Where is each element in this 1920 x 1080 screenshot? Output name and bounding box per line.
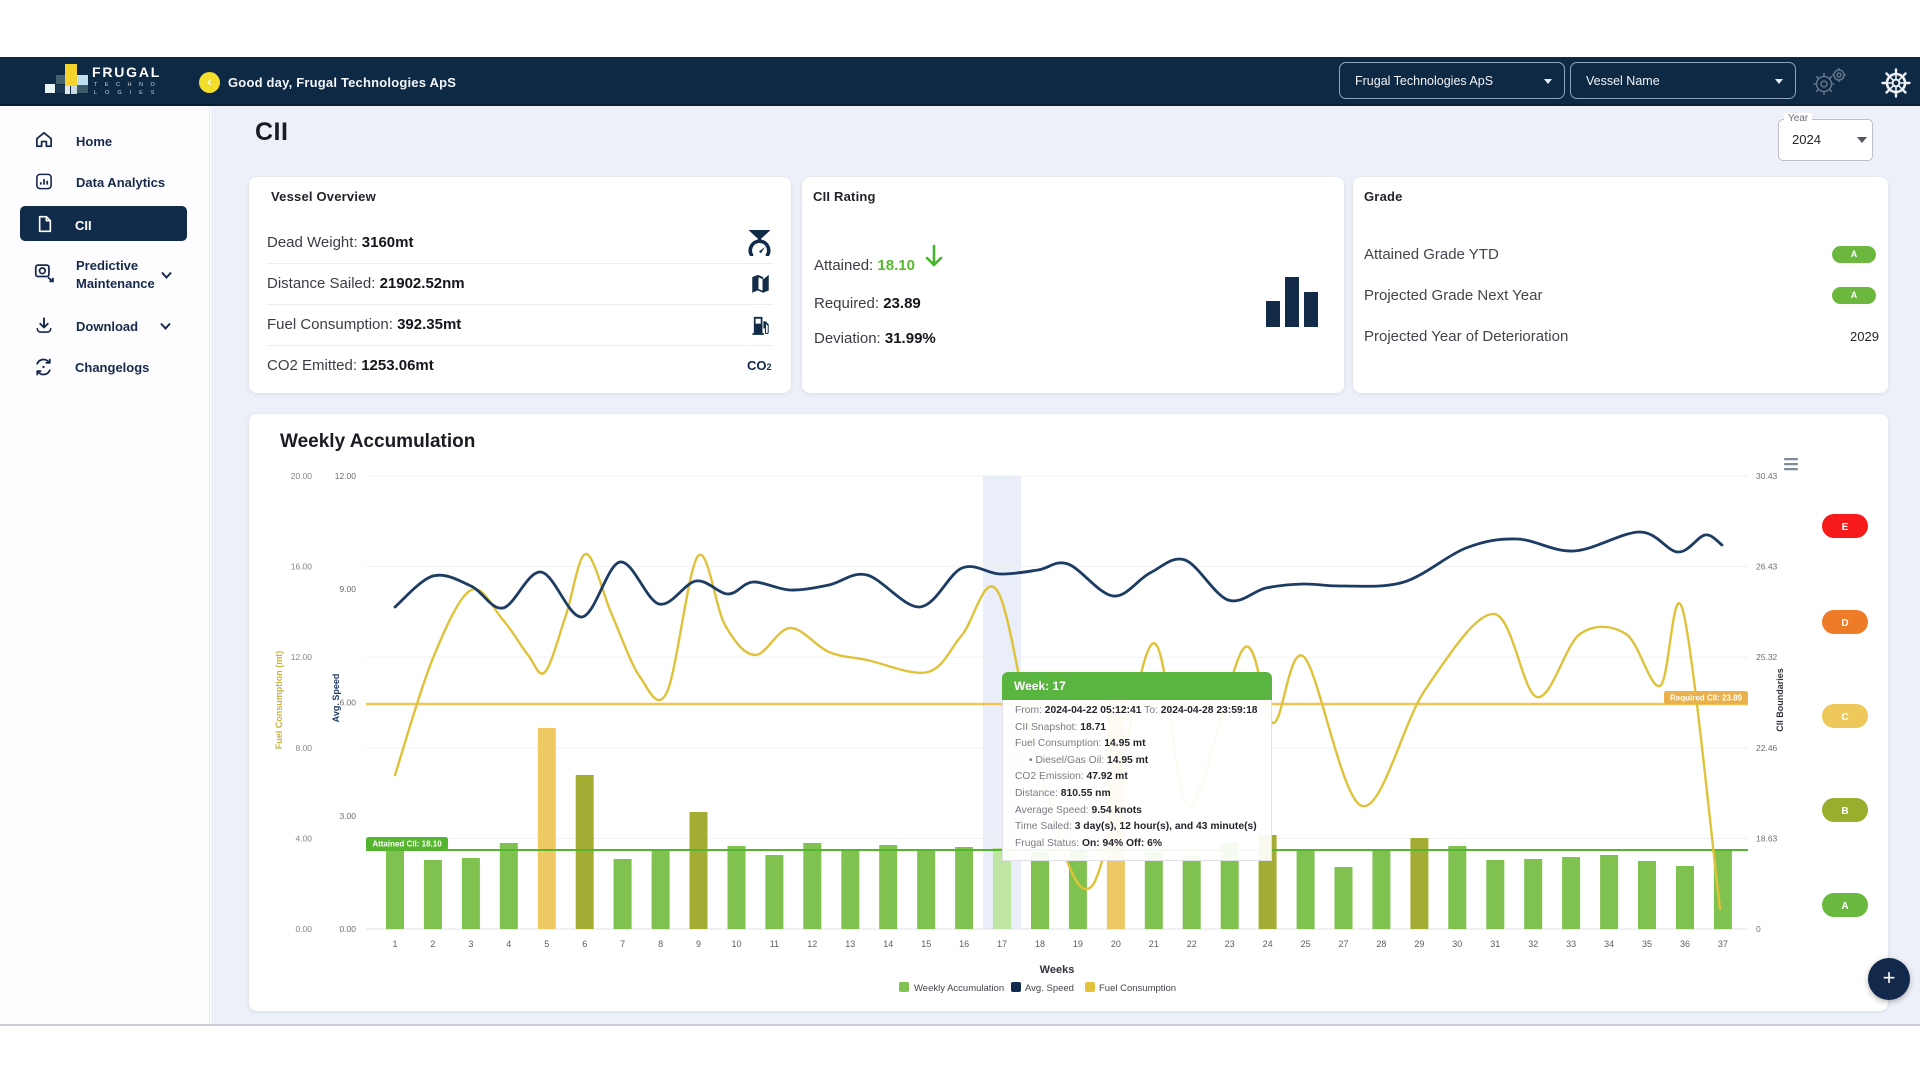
svg-text:16: 16	[959, 939, 969, 949]
svg-text:9: 9	[696, 939, 701, 949]
svg-text:0.00: 0.00	[339, 924, 356, 934]
svg-text:26.43: 26.43	[1756, 562, 1778, 572]
svg-text:25: 25	[1301, 939, 1311, 949]
svg-text:E: E	[1842, 522, 1849, 533]
svg-text:14: 14	[883, 939, 893, 949]
svg-text:10: 10	[731, 939, 741, 949]
svg-text:Avg. Speed: Avg. Speed	[1025, 983, 1074, 994]
svg-text:CII Boundaries: CII Boundaries	[1775, 668, 1785, 732]
svg-text:23: 23	[1225, 939, 1235, 949]
svg-text:20.00: 20.00	[291, 471, 313, 481]
svg-text:3: 3	[468, 939, 473, 949]
svg-text:6.00: 6.00	[339, 698, 356, 708]
svg-text:0.00: 0.00	[295, 924, 312, 934]
svg-text:27: 27	[1338, 939, 1348, 949]
svg-text:21: 21	[1149, 939, 1159, 949]
svg-text:28: 28	[1376, 939, 1386, 949]
svg-text:24: 24	[1263, 939, 1273, 949]
svg-text:19: 19	[1073, 939, 1083, 949]
svg-text:18: 18	[1035, 939, 1045, 949]
svg-text:33: 33	[1566, 939, 1576, 949]
svg-text:0: 0	[1756, 924, 1761, 934]
svg-text:Weekly Accumulation: Weekly Accumulation	[914, 983, 1004, 994]
svg-text:22.46: 22.46	[1756, 743, 1778, 753]
svg-text:8.00: 8.00	[295, 743, 312, 753]
svg-text:8: 8	[658, 939, 663, 949]
svg-text:5: 5	[544, 939, 549, 949]
svg-text:35: 35	[1642, 939, 1652, 949]
svg-text:4: 4	[506, 939, 511, 949]
svg-text:3.00: 3.00	[339, 811, 356, 821]
svg-text:34: 34	[1604, 939, 1614, 949]
svg-text:31: 31	[1490, 939, 1500, 949]
svg-text:Attained CII: 18.10: Attained CII: 18.10	[372, 840, 442, 849]
svg-text:37: 37	[1718, 939, 1728, 949]
svg-text:7: 7	[620, 939, 625, 949]
svg-text:Fuel Consumption (mt): Fuel Consumption (mt)	[274, 651, 284, 750]
svg-text:17: 17	[997, 939, 1007, 949]
svg-text:30.43: 30.43	[1756, 471, 1778, 481]
svg-text:18.63: 18.63	[1756, 833, 1778, 843]
svg-text:Weeks: Weeks	[1040, 964, 1075, 976]
svg-text:Required CII: 23.89: Required CII: 23.89	[1670, 694, 1743, 703]
svg-text:B: B	[1841, 806, 1848, 817]
svg-text:6: 6	[582, 939, 587, 949]
svg-text:22: 22	[1187, 939, 1197, 949]
svg-text:30: 30	[1452, 939, 1462, 949]
svg-text:9.00: 9.00	[339, 584, 356, 594]
svg-text:C: C	[1841, 712, 1848, 723]
svg-text:36: 36	[1680, 939, 1690, 949]
svg-text:Fuel Consumption: Fuel Consumption	[1099, 983, 1176, 994]
svg-text:12: 12	[807, 939, 817, 949]
svg-text:D: D	[1841, 618, 1848, 629]
svg-text:20: 20	[1111, 939, 1121, 949]
svg-text:A: A	[1841, 901, 1848, 912]
svg-text:4.00: 4.00	[295, 833, 312, 843]
svg-text:1: 1	[392, 939, 397, 949]
svg-text:2: 2	[430, 939, 435, 949]
svg-text:15: 15	[921, 939, 931, 949]
svg-text:29: 29	[1414, 939, 1424, 949]
svg-text:Avg. Speed: Avg. Speed	[331, 674, 341, 723]
svg-text:12.00: 12.00	[335, 471, 357, 481]
svg-text:11: 11	[770, 939, 779, 949]
svg-text:13: 13	[845, 939, 855, 949]
svg-text:25.32: 25.32	[1756, 652, 1778, 662]
svg-text:12.00: 12.00	[291, 652, 313, 662]
svg-text:16.00: 16.00	[291, 562, 313, 572]
svg-text:32: 32	[1528, 939, 1538, 949]
